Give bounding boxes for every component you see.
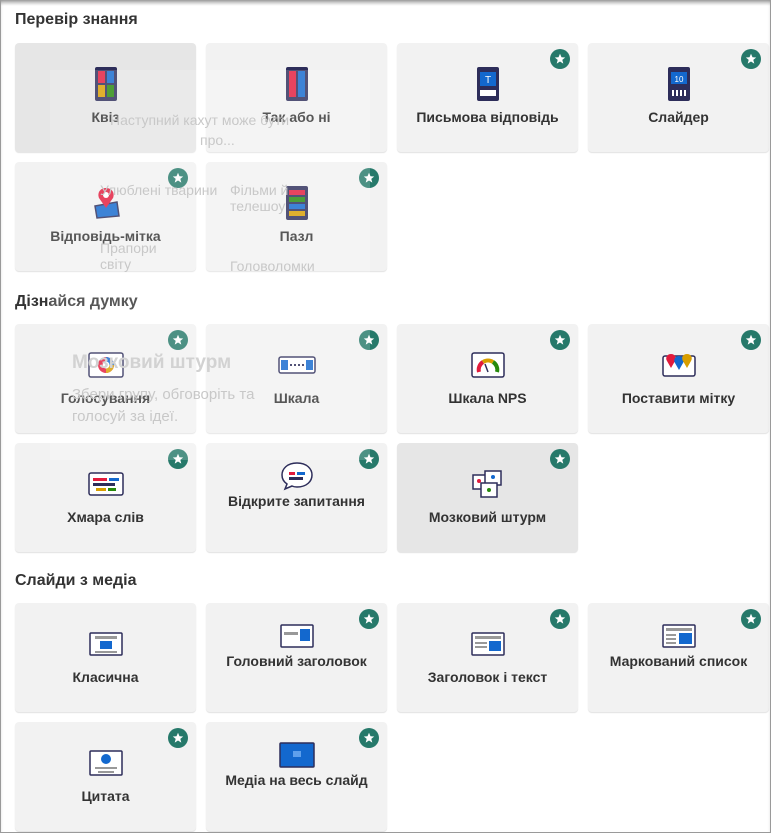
window-frame bbox=[0, 0, 771, 833]
